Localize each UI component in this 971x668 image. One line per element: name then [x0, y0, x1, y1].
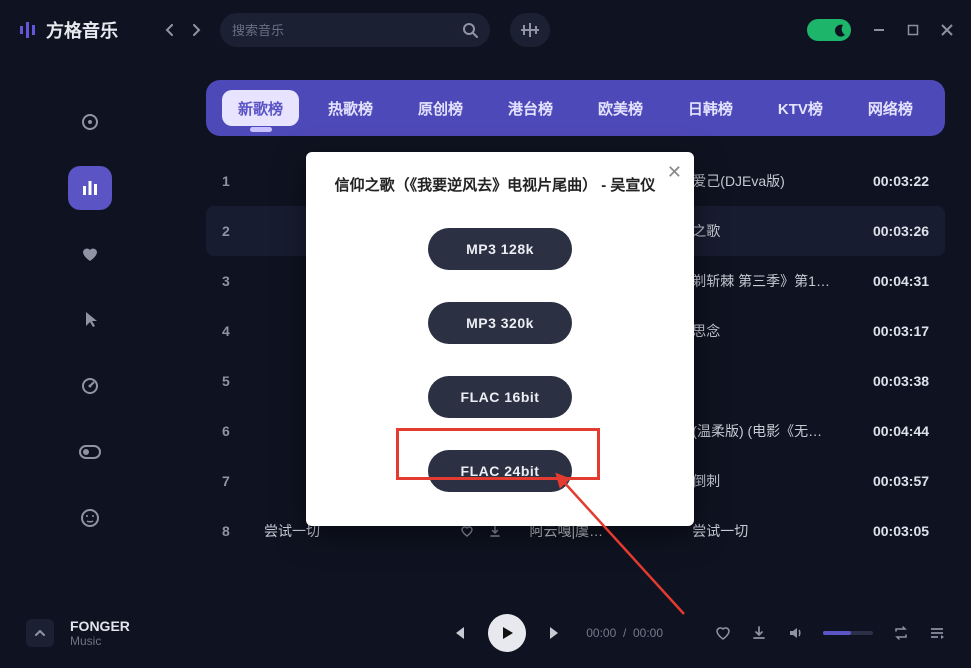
song-duration: 00:03:57 — [845, 473, 929, 489]
minimize-button[interactable] — [873, 24, 885, 36]
player-bar: FONGER Music 00:00 / 00:00 — [0, 598, 971, 668]
time-info: 00:00 / 00:00 — [586, 626, 663, 640]
logo-bars-icon — [18, 20, 38, 40]
sidebar-item-pointer[interactable] — [68, 298, 112, 342]
tab-3[interactable]: 港台榜 — [492, 90, 569, 126]
app-name: 方格音乐 — [46, 17, 118, 43]
song-album: 思念 — [682, 321, 845, 341]
sidebar-item-favorites[interactable] — [68, 232, 112, 276]
next-button[interactable] — [548, 625, 564, 641]
song-album: 尝试一切 — [682, 521, 845, 541]
previous-button[interactable] — [450, 625, 466, 641]
tab-2[interactable]: 原创榜 — [402, 90, 479, 126]
quality-option-0[interactable]: MP3 128k — [428, 228, 572, 270]
player-right-controls — [715, 625, 945, 641]
volume-icon[interactable] — [787, 625, 803, 641]
maximize-button[interactable] — [907, 24, 919, 36]
playback-controls: 00:00 / 00:00 — [450, 614, 945, 652]
song-index: 4 — [222, 323, 264, 339]
song-index: 6 — [222, 423, 264, 439]
ranking-tabs: 新歌榜热歌榜原创榜港台榜欧美榜日韩榜 KTV榜网络榜 — [206, 80, 945, 136]
repeat-button[interactable] — [893, 625, 909, 641]
song-album: 剃斩棘 第三季》第10期 — [682, 271, 845, 291]
song-album: (温柔版) (电影《无价… — [682, 421, 845, 441]
tab-4[interactable]: 欧美榜 — [582, 90, 659, 126]
collapse-button[interactable] — [26, 619, 54, 647]
song-index: 3 — [222, 273, 264, 289]
song-index: 5 — [222, 373, 264, 389]
search-input[interactable] — [232, 23, 456, 38]
now-playing-title: FONGER — [70, 618, 130, 634]
time-sep: / — [623, 626, 626, 640]
song-duration: 00:04:31 — [845, 273, 929, 289]
tab-7[interactable]: 网络榜 — [852, 90, 929, 126]
tab-0[interactable]: 新歌榜 — [222, 90, 299, 126]
close-button[interactable] — [941, 24, 953, 36]
theme-toggle[interactable] — [807, 19, 851, 41]
modal-title: 信仰之歌（《我要逆风去》电视片尾曲） - 吴宣仪 — [328, 174, 672, 198]
row-download-icon[interactable] — [488, 524, 502, 538]
download-button[interactable] — [751, 625, 767, 641]
song-duration: 00:04:44 — [845, 423, 929, 439]
song-duration: 00:03:26 — [845, 223, 929, 239]
title-bar: 方格音乐 — [0, 0, 971, 60]
tab-1[interactable]: 热歌榜 — [312, 90, 389, 126]
sidebar-item-target[interactable] — [68, 364, 112, 408]
nav-arrows — [164, 24, 202, 36]
modal-close-button[interactable]: ✕ — [667, 162, 682, 183]
volume-slider[interactable] — [823, 631, 873, 635]
nav-back-button[interactable] — [164, 24, 176, 36]
sidebar-item-charts[interactable] — [68, 166, 112, 210]
song-album: 之歌 — [682, 221, 845, 241]
quality-modal: ✕ 信仰之歌（《我要逆风去》电视片尾曲） - 吴宣仪 MP3 128k MP3 3… — [306, 152, 694, 526]
tab-5[interactable]: 日韩榜 — [672, 90, 749, 126]
row-like-icon[interactable] — [460, 524, 474, 538]
equalizer-button[interactable] — [510, 13, 550, 47]
song-index: 7 — [222, 473, 264, 489]
sidebar-item-disc[interactable] — [68, 100, 112, 144]
now-playing-subtitle: Music — [70, 634, 130, 648]
song-duration: 00:03:17 — [845, 323, 929, 339]
time-total: 00:00 — [633, 626, 663, 640]
quality-option-3[interactable]: FLAC 24bit — [428, 450, 572, 492]
song-index: 1 — [222, 173, 264, 189]
app-logo: 方格音乐 — [18, 17, 118, 43]
tab-6[interactable]: KTV榜 — [762, 90, 839, 126]
quality-options: MP3 128k MP3 320k FLAC 16bit FLAC 24bit — [328, 228, 672, 492]
song-duration: 00:03:05 — [845, 523, 929, 539]
app-window: 方格音乐 — [0, 0, 971, 668]
song-duration: 00:03:22 — [845, 173, 929, 189]
search-icon[interactable] — [462, 22, 478, 38]
play-button[interactable] — [488, 614, 526, 652]
sidebar-item-face[interactable] — [68, 496, 112, 540]
song-album: 倒刺 — [682, 471, 845, 491]
song-row-actions — [460, 524, 520, 538]
time-current: 00:00 — [586, 626, 616, 640]
window-controls — [807, 19, 953, 41]
song-album: 爱己(DJEva版) — [682, 171, 845, 191]
search-box[interactable] — [220, 13, 490, 47]
song-index: 2 — [222, 223, 264, 239]
sidebar-item-toggle[interactable] — [68, 430, 112, 474]
playlist-button[interactable] — [929, 625, 945, 641]
quality-option-1[interactable]: MP3 320k — [428, 302, 572, 344]
quality-option-2[interactable]: FLAC 16bit — [428, 376, 572, 418]
like-button[interactable] — [715, 625, 731, 641]
nav-forward-button[interactable] — [190, 24, 202, 36]
song-index: 8 — [222, 523, 264, 539]
now-playing: FONGER Music — [70, 618, 130, 648]
sidebar — [0, 70, 180, 598]
song-duration: 00:03:38 — [845, 373, 929, 389]
